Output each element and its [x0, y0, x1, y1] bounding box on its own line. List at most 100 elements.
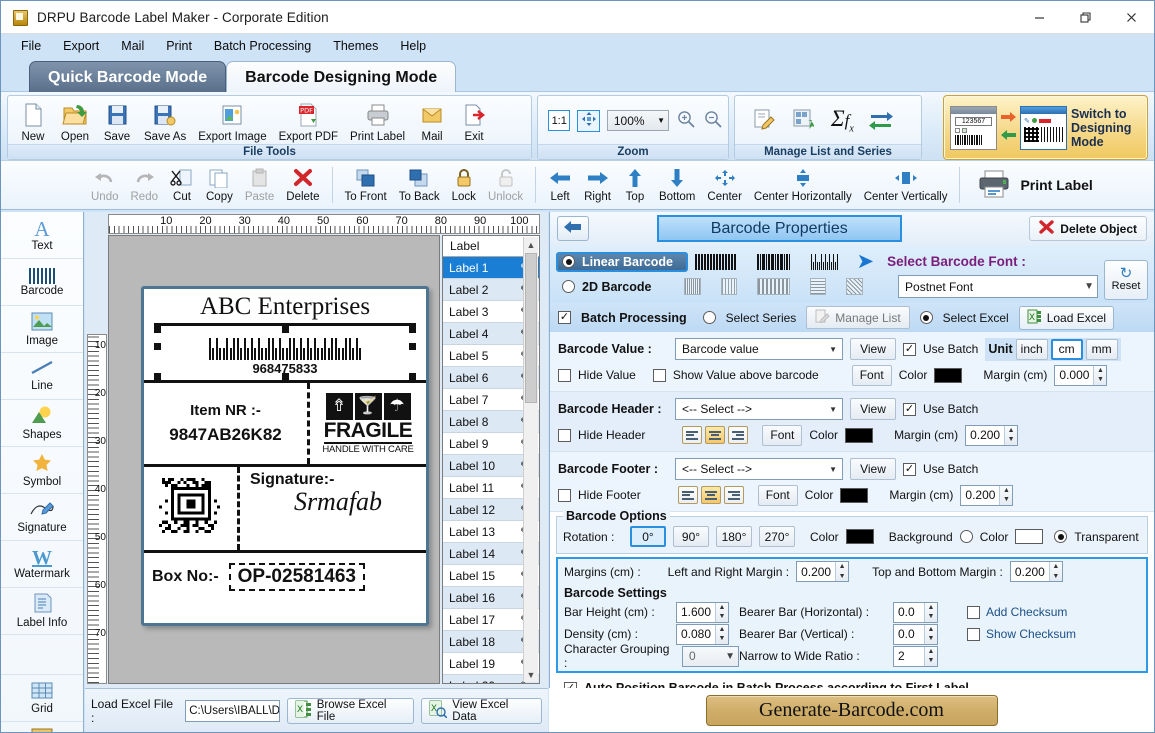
minimize-button[interactable] [1016, 1, 1062, 34]
header-use-batch-checkbox[interactable]: ✓ [903, 402, 916, 416]
toolbar-unlock-button[interactable]: Unlock [482, 167, 529, 203]
toolbar-center-horizontally-button[interactable]: Center Horizontally [748, 167, 858, 203]
series-function-button[interactable]: Σfx [831, 106, 854, 135]
linear-barcode-radio[interactable] [562, 255, 575, 268]
toolbar-align-bottom-button[interactable]: Bottom [653, 167, 701, 203]
value-use-batch-checkbox[interactable]: ✓ [903, 342, 916, 356]
excel-path-input[interactable]: C:\Users\IBALL\D [185, 699, 280, 722]
menu-mail[interactable]: Mail [111, 36, 154, 56]
tab-barcode-designing-mode[interactable]: Barcode Designing Mode [226, 61, 457, 92]
barcode-footer-select[interactable]: <-- Select --> ▼ [675, 458, 843, 480]
background-color-radio[interactable] [959, 530, 973, 543]
menu-print[interactable]: Print [156, 36, 202, 56]
linear-sample-1-icon[interactable] [694, 253, 736, 270]
aztec-sample-icon[interactable] [720, 278, 738, 295]
toolbar-redo-button[interactable]: Redo [125, 167, 165, 203]
linear-barcode-option[interactable]: Linear Barcode [556, 251, 688, 272]
ribbon-new-button[interactable]: New [13, 99, 53, 143]
barcode-footer-view-button[interactable]: View [850, 458, 896, 480]
hide-value-checkbox[interactable] [558, 368, 571, 382]
barcode-header-view-button[interactable]: View [850, 398, 896, 420]
maximize-button[interactable] [1062, 1, 1108, 34]
add-checksum-checkbox[interactable] [967, 605, 980, 619]
toolbar-to-back-button[interactable]: To Back [393, 167, 446, 203]
toolbar-undo-button[interactable]: Undo [85, 167, 125, 203]
sidebar-item-image[interactable]: Image [1, 306, 83, 353]
toolbar-center-vertically-button[interactable]: Center Vertically [858, 167, 954, 203]
footer-margin-spinner[interactable]: 0.200 ▲ ▼ [960, 484, 1014, 506]
bearer-horizontal-spinner[interactable]: 0.0 ▲ ▼ [893, 601, 938, 623]
spinner-arrows[interactable]: ▲ ▼ [999, 485, 1013, 505]
character-grouping-select[interactable]: 0 ▼ [682, 645, 739, 667]
back-button[interactable] [557, 216, 589, 241]
close-button[interactable] [1108, 1, 1154, 34]
rotation-90-button[interactable]: 90° [673, 526, 709, 547]
load-excel-button[interactable]: X Load Excel [1018, 305, 1115, 330]
tab-quick-barcode-mode[interactable]: Quick Barcode Mode [29, 61, 227, 92]
label-preview-card[interactable]: ABC Enterprises 968475833 Item NR:- 984… [141, 286, 429, 626]
menu-file[interactable]: File [11, 36, 51, 56]
qr-sample-icon[interactable] [809, 278, 827, 295]
barcode-value-select[interactable]: Barcode value ▼ [675, 338, 843, 360]
scrollbar-thumb[interactable] [525, 253, 537, 403]
ribbon-save-as-button[interactable]: Save As [139, 99, 191, 143]
footer-use-batch-checkbox[interactable]: ✓ [903, 462, 916, 476]
sidebar-item-label-info[interactable]: Label Info [1, 588, 83, 635]
hide-footer-checkbox[interactable] [558, 488, 571, 502]
spinner-arrows[interactable]: ▲ ▼ [1048, 562, 1062, 581]
value-margin-spinner[interactable]: 0.000 ▲ ▼ [1054, 364, 1108, 386]
value-color-swatch[interactable] [934, 367, 963, 383]
spinner-arrows[interactable]: ▲ ▼ [715, 624, 728, 644]
ribbon-print-label-button[interactable]: Print Label [345, 99, 410, 143]
browse-excel-file-button[interactable]: X Browse Excel File [286, 697, 415, 724]
zoom-out-button[interactable] [703, 109, 723, 132]
toolbar-cut-button[interactable]: Cut [164, 167, 200, 203]
sidebar-item-barcode[interactable]: Barcode [1, 259, 83, 306]
menu-help[interactable]: Help [390, 36, 436, 56]
spinner-arrows[interactable]: ▲ ▼ [715, 602, 728, 622]
zoom-fit-button[interactable] [577, 109, 600, 132]
footer-align-center-button[interactable] [700, 486, 721, 504]
header-margin-spinner[interactable]: 0.200 ▲ ▼ [965, 424, 1019, 446]
top-bottom-margin-spinner[interactable]: 0.200 ▲ ▼ [1009, 561, 1063, 582]
twod-barcode-radio[interactable] [562, 280, 575, 293]
spinner-arrows[interactable]: ▲ ▼ [924, 646, 937, 666]
sidebar-item-ruler[interactable]: Ruler [1, 722, 83, 732]
background-color-swatch[interactable] [1015, 529, 1044, 544]
left-right-margin-spinner[interactable]: 0.200 ▲ ▼ [796, 561, 850, 582]
ribbon-export-image-button[interactable]: Export Image [193, 99, 271, 143]
zoom-in-button[interactable] [676, 109, 696, 132]
narrow-to-wide-spinner[interactable]: 2 ▲ ▼ [893, 645, 938, 667]
ribbon-exit-button[interactable]: Exit [454, 99, 494, 143]
show-checksum-checkbox[interactable] [967, 627, 980, 641]
menu-batch-processing[interactable]: Batch Processing [204, 36, 321, 56]
manage-batch-button[interactable] [791, 106, 817, 135]
unit-inch-button[interactable]: inch [1015, 338, 1048, 360]
datamatrix-sample-icon[interactable] [684, 278, 701, 295]
switch-to-designing-mode-button[interactable]: 123567 ✎ Switch to Designing Mode [943, 95, 1148, 160]
sidebar-item-line[interactable]: Line [1, 353, 83, 400]
manage-list-button[interactable] [751, 106, 777, 135]
label-barcode-object[interactable]: 968475833 [154, 326, 416, 380]
toolbar-copy-button[interactable]: Copy [200, 167, 239, 203]
zoom-level-select[interactable]: 100% ▼ [606, 110, 669, 131]
spinner-arrows[interactable]: ▲ ▼ [924, 602, 937, 622]
batch-processing-checkbox[interactable]: ✓ [558, 311, 571, 324]
reset-font-button[interactable]: ↻ Reset [1104, 259, 1149, 300]
toolbar-lock-button[interactable]: Lock [446, 167, 482, 203]
ribbon-export-pdf-button[interactable]: PDF Export PDF [274, 99, 343, 143]
barcode-header-select[interactable]: <-- Select --> ▼ [675, 398, 843, 420]
footer-align-right-button[interactable] [723, 486, 744, 504]
spinner-arrows[interactable]: ▲ ▼ [835, 562, 849, 581]
spinner-arrows[interactable]: ▲ ▼ [1093, 365, 1107, 385]
select-excel-radio[interactable] [919, 311, 933, 324]
ribbon-mail-button[interactable]: Mail [412, 99, 452, 143]
delete-object-button[interactable]: Delete Object [1029, 216, 1147, 241]
sidebar-item-watermark[interactable]: W Watermark [1, 541, 83, 588]
unit-mm-button[interactable]: mm [1085, 338, 1118, 360]
label-canvas[interactable]: ABC Enterprises 968475833 Item NR:- 984… [108, 235, 440, 684]
manage-list-button[interactable]: Manage List [806, 306, 910, 329]
select-series-radio[interactable] [702, 311, 716, 324]
footer-color-swatch[interactable] [840, 487, 869, 503]
background-transparent-radio[interactable] [1054, 530, 1068, 543]
